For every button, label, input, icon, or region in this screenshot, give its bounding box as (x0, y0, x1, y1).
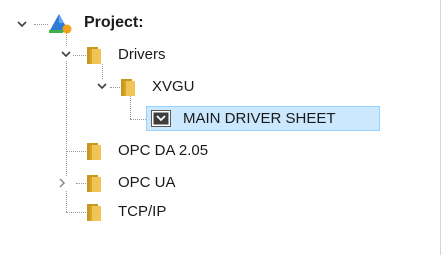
drivers-expand-toggle[interactable] (59, 47, 73, 61)
tree-node-label-project[interactable]: Project: (84, 13, 144, 33)
tree-node-label-main-driver-sheet[interactable]: MAIN DRIVER SHEET (183, 109, 336, 129)
folder-icon (86, 202, 102, 222)
tree-line (66, 212, 86, 213)
folder-icon (86, 173, 102, 193)
project-expand-toggle[interactable] (15, 17, 29, 31)
tree-node-label-opc-ua[interactable]: OPC UA (118, 173, 176, 193)
tree-line (66, 151, 86, 152)
tree-node-label-drivers[interactable]: Drivers (118, 45, 166, 65)
tree-line (34, 24, 48, 25)
xvgu-expand-toggle[interactable] (95, 79, 109, 93)
opc-ua-expand-toggle[interactable] (55, 176, 69, 190)
tree-line (130, 96, 131, 119)
folder-icon (120, 77, 136, 97)
tree-line (110, 87, 120, 88)
project-tree[interactable]: Project: Drivers XVGU MAIN DRIVER SHEET (0, 0, 441, 255)
tree-node-label-xvgu[interactable]: XVGU (152, 77, 195, 97)
tree-node-label-tcp-ip[interactable]: TCP/IP (118, 202, 166, 222)
folder-icon (86, 141, 102, 161)
tree-node-label-opc-da[interactable]: OPC DA 2.05 (118, 141, 208, 161)
folder-icon (86, 45, 102, 65)
sheet-icon (151, 110, 171, 127)
tree-line (76, 183, 86, 184)
project-icon (48, 13, 72, 35)
